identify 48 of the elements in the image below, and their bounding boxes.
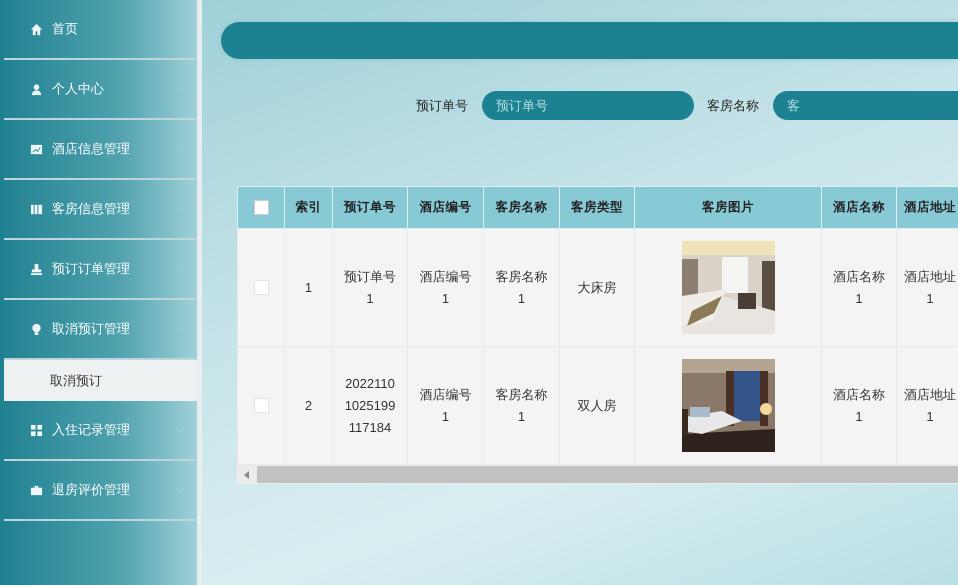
column-header[interactable]: 客房类型 [560,186,634,228]
table-cell: 预订单号1 [332,228,408,346]
chevron-icon [175,326,185,332]
table-cell: 酒店名称1 [822,346,896,464]
table-cell: 客房名称1 [484,346,560,464]
bulb-icon [30,322,43,336]
table-cell: 酒店名称1 [822,228,896,346]
column-header[interactable]: 客房名称 [484,186,560,228]
submenu-item[interactable]: 取消预订 [4,360,197,401]
chevron-icon [175,487,185,493]
column-header[interactable]: 索引 [284,186,332,228]
chevron-icon [175,86,185,92]
home-icon [30,22,43,36]
chevron-icon [175,206,185,212]
table-cell: 20221101025199117184 [332,346,408,464]
table-cell: 酒店编号1 [408,228,484,346]
chevron-icon [175,266,185,272]
chevron-icon [175,427,185,433]
briefcase-icon [30,484,43,496]
checkbox[interactable] [254,280,268,295]
table-cell: 酒店地址1 [896,346,958,464]
table-cell: 酒店编号1 [408,346,484,464]
grid-icon [30,424,43,436]
table-cell: 双人房 [560,346,634,464]
column-header[interactable]: 客房图片 [634,186,822,228]
column-header[interactable]: 酒店编号 [408,186,484,228]
person-icon [30,82,43,96]
field-label: 预订单号 [416,96,468,114]
checkbox[interactable] [254,398,268,413]
column-header[interactable]: 预订单号 [332,186,408,228]
sidebar-item[interactable]: 首页 [4,0,197,60]
search-field[interactable]: 预订单号 [482,91,694,120]
table-cell: 大床房 [560,228,634,346]
search-field[interactable]: 客 [773,91,958,120]
column-header[interactable]: 酒店地址 [896,186,958,228]
stamp-icon [30,262,43,276]
table-cell: 2 [284,346,332,464]
table-cell: 酒店地址1 [896,228,958,346]
scroll-left-icon[interactable] [244,470,249,478]
table-cell: 1 [284,228,332,346]
field-label: 客房名称 [707,96,759,114]
chart-icon [30,142,43,156]
sidebar-item[interactable]: 个人中心 [4,60,197,120]
table-cell: 客房名称1 [484,228,560,346]
column-header[interactable]: 酒店名称 [822,186,896,228]
chevron-icon [175,146,185,152]
checkbox[interactable] [254,200,268,215]
book-icon [30,202,43,216]
